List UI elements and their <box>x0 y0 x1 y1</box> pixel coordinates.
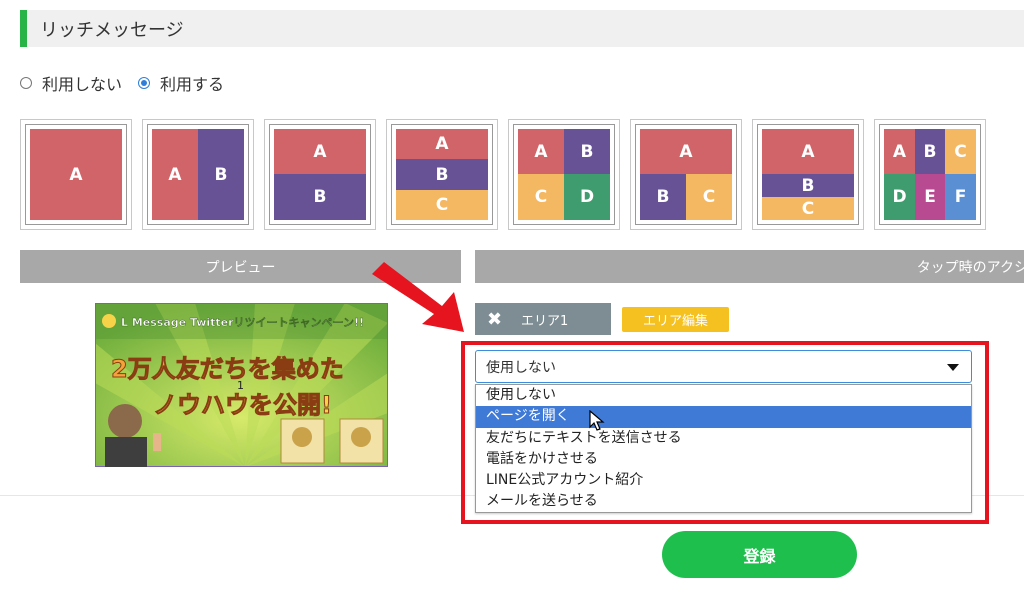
area-1-label: エリア1 <box>521 313 569 329</box>
register-button[interactable]: 登録 <box>662 531 857 578</box>
layout-cell: F <box>945 174 976 220</box>
layout-cell: C <box>686 174 732 220</box>
preview-banner-graphic: L Message Twitterリツイートキャンペーン!! 2万人友だちを集め… <box>95 303 388 467</box>
dropdown-option-send-mail[interactable]: メールを送らせる <box>476 491 971 512</box>
preview-top-line: L Message Twitterリツイートキャンペーン!! <box>121 316 364 329</box>
action-select[interactable]: 使用しない <box>475 350 972 383</box>
layout-cell: A <box>640 129 732 174</box>
layout-cell: A <box>762 129 854 174</box>
mouse-pointer-icon <box>589 410 605 431</box>
layout-grid: A B C <box>762 129 854 220</box>
dropdown-option-line-account[interactable]: LINE公式アカウント紹介 <box>476 470 971 491</box>
radio-on-icon[interactable] <box>138 77 151 89</box>
usage-radio-group: 利用しない 利用する <box>20 72 240 94</box>
layout-option-7[interactable]: A B C <box>752 119 864 230</box>
header-accent-bar <box>20 10 27 47</box>
layout-option-5[interactable]: A B C D <box>508 119 620 230</box>
layout-cell: D <box>884 174 915 220</box>
layout-cell: A <box>30 129 122 220</box>
radio-use[interactable]: 利用する <box>138 71 224 95</box>
preview-area-marker: 1 <box>237 379 244 392</box>
layout-cell: C <box>396 190 488 220</box>
layout-grid: A B C <box>640 129 732 220</box>
layout-option-1[interactable]: A <box>20 119 132 230</box>
layout-cell: C <box>945 129 976 174</box>
section-header: リッチメッセージ <box>20 10 1024 47</box>
layout-cell: A <box>152 129 198 220</box>
layout-cell: A <box>274 129 366 174</box>
layout-cell: B <box>762 174 854 197</box>
dropdown-option-not-use[interactable]: 使用しない <box>476 385 971 406</box>
radio-use-label: 利用する <box>160 75 225 94</box>
layout-grid: A B <box>274 129 366 220</box>
layout-option-2[interactable]: A B <box>142 119 254 230</box>
layout-cell: C <box>518 174 564 220</box>
layout-grid: A B C D E F <box>884 129 976 220</box>
dropdown-option-call[interactable]: 電話をかけさせる <box>476 449 971 470</box>
layout-cell: D <box>564 174 610 220</box>
section-title: リッチメッセージ <box>40 20 184 41</box>
layout-cell: B <box>274 174 366 220</box>
layout-cell: B <box>198 129 244 220</box>
layout-cell: B <box>564 129 610 174</box>
tap-action-header-label: タップ時のアクシ <box>916 259 1024 276</box>
layout-cell: E <box>915 174 945 220</box>
layout-frame: A B C <box>757 124 859 225</box>
layout-frame: A B C <box>391 124 493 225</box>
layout-frame: A B C D <box>513 124 615 225</box>
layout-grid: A B <box>152 129 244 220</box>
layout-cell: A <box>518 129 564 174</box>
layout-option-6[interactable]: A B C <box>630 119 742 230</box>
layout-cell: A <box>396 129 488 159</box>
layout-grid: A <box>30 129 122 220</box>
area-1-tab[interactable]: ✖ エリア1 <box>475 303 611 335</box>
preview-headline-1: 2万人友だちを集めた <box>111 355 344 383</box>
layout-cell: C <box>762 197 854 220</box>
radio-off-icon[interactable] <box>20 77 32 89</box>
close-icon[interactable]: ✖ <box>487 309 509 330</box>
red-arrow-icon <box>372 262 464 332</box>
layout-cell: B <box>915 129 945 174</box>
preview-image: L Message Twitterリツイートキャンペーン!! 2万人友だちを集め… <box>95 303 388 467</box>
action-select-value: 使用しない <box>486 359 556 376</box>
layout-frame: A B <box>147 124 249 225</box>
layout-frame: A B C D E F <box>879 124 981 225</box>
layout-grid: A B C <box>396 129 488 220</box>
action-dropdown-list: 使用しない ページを開く 友だちにテキストを送信させる 電話をかけさせる LIN… <box>475 384 972 513</box>
layout-option-3[interactable]: A B <box>264 119 376 230</box>
chevron-down-icon[interactable] <box>947 364 959 371</box>
layout-grid: A B C D <box>518 129 610 220</box>
dropdown-option-send-text[interactable]: 友だちにテキストを送信させる <box>476 428 971 449</box>
layout-option-4[interactable]: A B C <box>386 119 498 230</box>
layout-frame: A <box>25 124 127 225</box>
layout-cell: B <box>640 174 686 220</box>
preview-headline-2: ノウハウを公開! <box>153 391 332 419</box>
layout-frame: A B <box>269 124 371 225</box>
area-edit-button[interactable]: エリア編集 <box>622 307 729 332</box>
radio-not-use[interactable]: 利用しない <box>20 71 122 95</box>
tap-action-header: タップ時のアクシ <box>475 250 1024 283</box>
layout-option-8[interactable]: A B C D E F <box>874 119 986 230</box>
layout-cell: A <box>884 129 915 174</box>
layout-cell: B <box>396 159 488 190</box>
radio-not-use-label: 利用しない <box>42 75 123 94</box>
layout-frame: A B C <box>635 124 737 225</box>
dropdown-option-open-page[interactable]: ページを開く <box>476 406 971 428</box>
